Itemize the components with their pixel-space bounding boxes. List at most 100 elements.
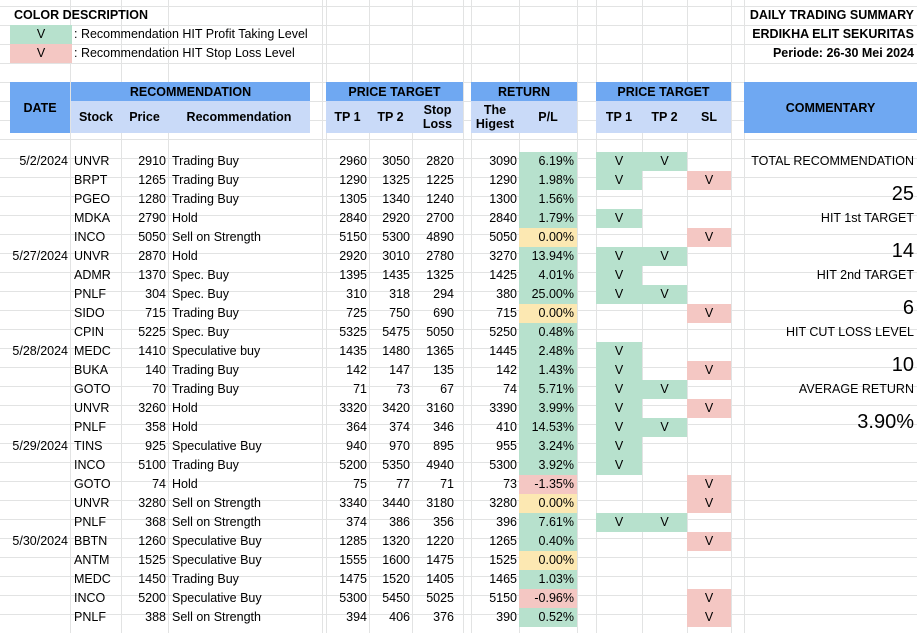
cell-hit-tp1: [596, 190, 642, 209]
cell-tp1: 2960: [339, 154, 367, 168]
cell-tp1: 364: [346, 420, 367, 434]
cell-pl: 3.99%: [519, 399, 577, 418]
cell-date: [10, 513, 68, 532]
cell-hit-tp1: [596, 551, 642, 570]
cell-stock: PNLF: [74, 610, 106, 624]
cell-tp2: 406: [389, 610, 410, 624]
cell-stock: UNVR: [74, 496, 110, 510]
cell-recommendation: Speculative Buy: [172, 591, 262, 605]
cell-recommendation: Sell on Strength: [172, 515, 261, 529]
cell-tp2: 1600: [382, 553, 410, 567]
cell-tp2: 2920: [382, 211, 410, 225]
cell-stop-loss: 67: [440, 382, 454, 396]
cell-recommendation: Spec. Buy: [172, 287, 229, 301]
cell-recommendation: Speculative buy: [172, 344, 261, 358]
cell-recommendation: Hold: [172, 420, 198, 434]
cell-highest: 3090: [489, 154, 517, 168]
cell-hit-tp1: V: [596, 456, 642, 475]
cell-highest: 142: [496, 363, 517, 377]
cell-recommendation: Hold: [172, 401, 198, 415]
cell-hit-sl: V: [687, 228, 731, 247]
header-price-target-group: PRICE TARGET: [326, 82, 463, 101]
commentary-value: 25: [891, 183, 914, 205]
cell-tp2: 1480: [382, 344, 410, 358]
cell-pl: 4.01%: [519, 266, 577, 285]
cell-pl: -1.35%: [519, 475, 577, 494]
cell-date: [10, 228, 68, 247]
cell-hit-sl: [687, 342, 731, 361]
cell-recommendation: Spec. Buy: [172, 325, 229, 339]
cell-date: [10, 456, 68, 475]
cell-hit-tp1: [596, 608, 642, 627]
cell-date: [10, 361, 68, 380]
cell-tp2: 5475: [382, 325, 410, 339]
cell-tp1: 1395: [339, 268, 367, 282]
cell-price: 5050: [138, 230, 166, 244]
cell-stock: GOTO: [74, 382, 111, 396]
cell-stop-loss: 1220: [426, 534, 454, 548]
cell-hit-tp1: V: [596, 171, 642, 190]
commentary-label: HIT CUT LOSS LEVEL: [785, 325, 914, 339]
cell-stop-loss: 1405: [426, 572, 454, 586]
cell-stop-loss: 376: [433, 610, 454, 624]
cell-recommendation: Trading Buy: [172, 382, 239, 396]
cell-hit-sl: [687, 323, 731, 342]
cell-date: [10, 323, 68, 342]
cell-price: 304: [145, 287, 166, 301]
cell-date: [10, 285, 68, 304]
header-tp2: TP 2: [369, 101, 412, 133]
legend-title: COLOR DESCRIPTION: [14, 8, 149, 22]
cell-hit-tp2: V: [642, 513, 687, 532]
cell-pl: 1.03%: [519, 570, 577, 589]
cell-hit-tp2: [642, 494, 687, 513]
cell-stock: PNLF: [74, 287, 106, 301]
header-hit-tp2: TP 2: [642, 101, 687, 133]
cell-stop-loss: 4940: [426, 458, 454, 472]
cell-tp2: 77: [396, 477, 410, 491]
cell-hit-tp1: V: [596, 285, 642, 304]
commentary-label: HIT 2nd TARGET: [816, 268, 914, 282]
cell-stock: ADMR: [74, 268, 111, 282]
cell-stop-loss: 3180: [426, 496, 454, 510]
cell-date: [10, 494, 68, 513]
spreadsheet: COLOR DESCRIPTION V : Recommendation HIT…: [0, 0, 917, 633]
cell-highest: 3270: [489, 249, 517, 263]
cell-date: [10, 171, 68, 190]
cell-hit-tp1: [596, 570, 642, 589]
cell-tp1: 1555: [339, 553, 367, 567]
gridline-horizontal: [0, 63, 917, 64]
cell-stock: UNVR: [74, 154, 110, 168]
cell-recommendation: Sell on Strength: [172, 496, 261, 510]
cell-highest: 1290: [489, 173, 517, 187]
cell-hit-sl: V: [687, 589, 731, 608]
header-highest: The Higest: [471, 101, 519, 133]
cell-hit-sl: V: [687, 399, 731, 418]
cell-stop-loss: 294: [433, 287, 454, 301]
cell-price: 1260: [138, 534, 166, 548]
cell-pl: 7.61%: [519, 513, 577, 532]
cell-price: 1410: [138, 344, 166, 358]
cell-recommendation: Speculative Buy: [172, 553, 262, 567]
cell-hit-tp1: [596, 475, 642, 494]
cell-hit-tp2: [642, 361, 687, 380]
cell-pl: 1.56%: [519, 190, 577, 209]
cell-hit-sl: [687, 513, 731, 532]
legend-red-text: : Recommendation HIT Stop Loss Level: [74, 46, 295, 60]
cell-highest: 5050: [489, 230, 517, 244]
cell-stock: PNLF: [74, 515, 106, 529]
commentary-label: TOTAL RECOMMENDATION: [751, 154, 914, 168]
cell-stop-loss: 5050: [426, 325, 454, 339]
cell-tp2: 1340: [382, 192, 410, 206]
cell-pl: 1.79%: [519, 209, 577, 228]
cell-hit-sl: [687, 190, 731, 209]
cell-date: [10, 475, 68, 494]
cell-hit-tp2: [642, 608, 687, 627]
cell-recommendation: Sell on Strength: [172, 230, 261, 244]
cell-pl: 0.00%: [519, 494, 577, 513]
cell-date: [10, 209, 68, 228]
cell-tp2: 5350: [382, 458, 410, 472]
cell-date: 5/2/2024: [19, 154, 68, 168]
cell-recommendation: Trading Buy: [172, 306, 239, 320]
cell-stock: BRPT: [74, 173, 108, 187]
cell-stop-loss: 71: [440, 477, 454, 491]
